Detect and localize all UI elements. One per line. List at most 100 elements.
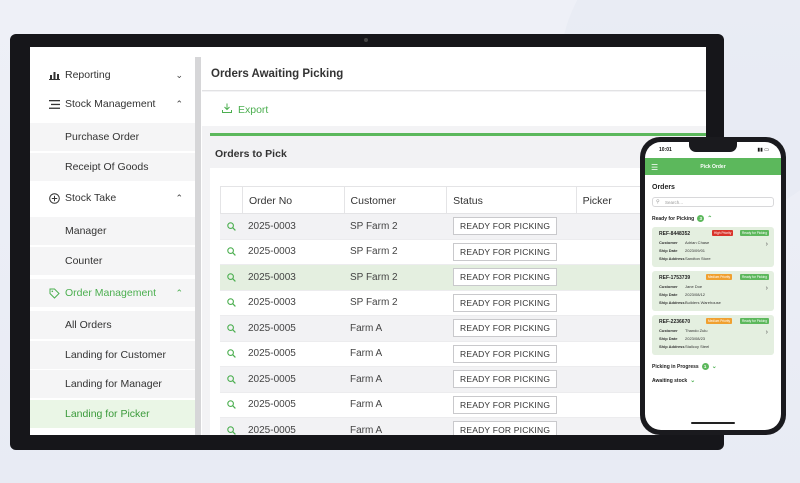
customer-cell: Farm A xyxy=(350,322,383,334)
table-row[interactable]: 2025-0005 Farm A READY FOR PICKING xyxy=(220,393,706,418)
page-title: Orders Awaiting Picking xyxy=(211,68,344,80)
status-badge: READY FOR PICKING xyxy=(453,344,558,363)
table-row[interactable]: 2025-0003 SP Farm 2 READY FOR PICKING xyxy=(220,291,706,316)
status-cell: READY FOR PICKING xyxy=(447,242,577,261)
orders-to-pick-card: Orders to Pick Order No Customer Status … xyxy=(210,133,706,435)
order-card[interactable]: REF-8448352 High Priority Ready for Pickin… xyxy=(652,227,774,267)
phone-screen: 10:01 ▮▮ ▭ ☰ Pick Order Orders ⚲ Search.… xyxy=(645,142,781,430)
status-cell: READY FOR PICKING xyxy=(447,319,577,338)
ship-address-field: Ship AddressBuilders Warehouse xyxy=(659,300,721,305)
search-icon[interactable] xyxy=(220,349,242,359)
sidebar-item-landing-customer[interactable]: Landing for Customer xyxy=(30,341,195,369)
orders-heading: Orders xyxy=(652,184,675,191)
export-button[interactable]: Export xyxy=(222,103,268,116)
section-awaiting-stock[interactable]: Awaiting stock ⌄ xyxy=(652,377,696,385)
order-no-cell: 2025-0003 xyxy=(248,246,296,258)
search-icon[interactable] xyxy=(220,374,242,384)
section-picking-in-progress[interactable]: Picking in Progress 1 ⌄ xyxy=(652,363,717,370)
status-cell: READY FOR PICKING xyxy=(447,293,577,312)
sidebar-item-landing-manager[interactable]: Landing for Manager xyxy=(30,370,195,398)
table-header: Order No Customer Status Picker xyxy=(220,186,706,215)
search-icon[interactable] xyxy=(220,221,242,231)
sidebar-item-label: Stock Take xyxy=(65,192,117,204)
field-label: Ship Address xyxy=(659,344,685,349)
status-cell: READY FOR PICKING xyxy=(447,421,577,435)
table-row[interactable]: 2025-0005 Farm A READY FOR PICKING xyxy=(220,418,706,435)
status-cell: READY FOR PICKING xyxy=(447,268,577,287)
customer-field: Customer Jane Doe xyxy=(659,284,702,289)
search-icon[interactable] xyxy=(220,425,242,435)
table-row[interactable]: 2025-0005 Farm A READY FOR PICKING xyxy=(220,342,706,367)
search-icon: ⚲ xyxy=(656,199,660,205)
customer-cell: Farm A xyxy=(350,399,383,411)
sidebar-item-order-management[interactable]: Order Management ⌃ xyxy=(30,279,195,307)
field-label: Ship Date xyxy=(659,336,678,341)
table-row[interactable]: 2025-0003 SP Farm 2 READY FOR PICKING xyxy=(220,240,706,265)
main-content: Orders Awaiting Picking Export Orders to… xyxy=(202,57,706,435)
sidebar-item-stock-management[interactable]: Stock Management ⌃ xyxy=(30,90,195,118)
customer-field: Customer Thando Zulu xyxy=(659,328,707,333)
chevron-down-icon: ⌄ xyxy=(711,364,717,370)
status-cell: READY FOR PICKING xyxy=(447,395,577,414)
sidebar-item-landing-picker[interactable]: Landing for Picker xyxy=(30,400,195,428)
sidebar-item-label: All Orders xyxy=(65,319,112,331)
header-order-no[interactable]: Order No xyxy=(243,187,345,215)
desktop-screen: Reporting ⌄ Stock Management ⌃ Purchase … xyxy=(30,47,706,435)
customer-cell: Farm A xyxy=(350,424,383,435)
ship-address-field: Ship AddressSandton Store xyxy=(659,256,711,261)
sidebar-item-all-orders[interactable]: All Orders xyxy=(30,311,195,339)
sidebar-item-label: Receipt Of Goods xyxy=(65,161,149,173)
chevron-up-icon: ⌃ xyxy=(175,192,183,203)
section-ready-for-picking[interactable]: Ready for Picking 3 ⌃ xyxy=(652,215,712,222)
camera-dot xyxy=(364,38,368,42)
field-label: Customer xyxy=(659,328,678,333)
search-icon[interactable] xyxy=(220,272,242,282)
count-badge: 3 xyxy=(697,215,705,222)
order-ref: REF-8448352 xyxy=(659,231,691,237)
sidebar-scrollbar[interactable] xyxy=(195,57,201,435)
order-no-cell: 2025-0005 xyxy=(248,373,296,385)
sidebar-item-stock-take[interactable]: Stock Take ⌃ xyxy=(30,184,195,212)
field-value: Sandton Store xyxy=(685,256,711,261)
field-value: 2023/09/01 xyxy=(685,248,706,253)
search-input[interactable]: ⚲ Search... xyxy=(652,197,774,207)
order-no-cell: 2025-0003 xyxy=(248,271,296,283)
table-row[interactable]: 2025-0005 Farm A READY FOR PICKING xyxy=(220,367,706,393)
sidebar-item-label: Landing for Customer xyxy=(65,349,166,361)
table-row[interactable]: 2025-0003 SP Farm 2 READY FOR PICKING xyxy=(220,265,706,291)
count-badge: 1 xyxy=(701,363,709,370)
ship-date-field: Ship Date 2023/09/01 xyxy=(659,248,705,253)
order-card[interactable]: REF-2236670 Medium Priority Ready for Pick… xyxy=(652,315,774,355)
sidebar-item-reporting[interactable]: Reporting ⌄ xyxy=(30,61,195,89)
table-row[interactable]: 2025-0003 SP Farm 2 READY FOR PICKING xyxy=(220,214,706,240)
chevron-up-icon: ⌃ xyxy=(707,216,713,222)
sidebar-item-label: Manager xyxy=(65,225,107,237)
chevron-down-icon: ⌄ xyxy=(690,378,696,384)
sidebar-item-purchase-order[interactable]: Purchase Order xyxy=(30,123,195,151)
search-icon[interactable] xyxy=(220,323,242,333)
sidebar-item-manager[interactable]: Manager xyxy=(30,217,195,245)
bar-chart-icon xyxy=(48,69,60,81)
search-icon[interactable] xyxy=(220,247,242,257)
sidebar-item-counter[interactable]: Counter xyxy=(30,247,195,275)
sidebar-item-label: Reporting xyxy=(65,69,111,81)
header-status[interactable]: Status xyxy=(447,187,577,215)
field-label: Ship Address xyxy=(659,300,685,305)
search-placeholder: Search... xyxy=(665,200,684,205)
customer-cell: Farm A xyxy=(350,348,383,360)
order-card[interactable]: REF-1753739 Medium Priority Ready for Pick… xyxy=(652,271,774,311)
search-icon[interactable] xyxy=(220,400,242,410)
status-badge: READY FOR PICKING xyxy=(453,319,558,338)
field-value: 2023/08/23 xyxy=(685,336,706,341)
search-icon[interactable] xyxy=(220,298,242,308)
status-badge: READY FOR PICKING xyxy=(453,242,558,261)
table-row[interactable]: 2025-0005 Farm A READY FOR PICKING xyxy=(220,316,706,342)
order-no-cell: 2025-0005 xyxy=(248,322,296,334)
status-badge: Ready for Picking xyxy=(740,318,769,324)
status-badge: READY FOR PICKING xyxy=(453,421,558,435)
sidebar-item-receipt-of-goods[interactable]: Receipt Of Goods xyxy=(30,153,195,181)
status-badge: READY FOR PICKING xyxy=(453,370,558,389)
field-label: Customer xyxy=(659,284,678,289)
chevron-right-icon: › xyxy=(765,241,768,248)
header-customer[interactable]: Customer xyxy=(345,187,448,215)
